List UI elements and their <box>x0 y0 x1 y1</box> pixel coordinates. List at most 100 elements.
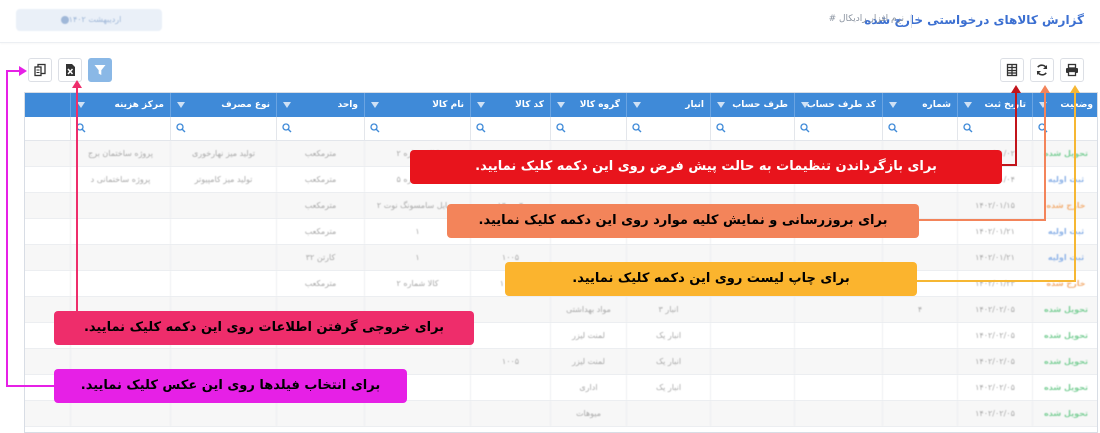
column-header[interactable]: واحد <box>276 93 364 117</box>
reset-callout-connector <box>1015 92 1017 166</box>
app-breadcrumb: # نرم افزار رادیکال <box>828 14 904 24</box>
column-filter-input[interactable] <box>882 117 957 140</box>
column-header-label: وضعیت <box>1060 100 1093 110</box>
table-cell <box>794 323 882 348</box>
grid-header-row: وضعیت تاریخ ثبت شماره کد طرف حساب طرف حساب ان… <box>25 93 1097 117</box>
table-cell <box>470 297 550 322</box>
column-header-label: نام کالا <box>432 100 464 110</box>
column-filter-input[interactable] <box>1032 117 1097 140</box>
search-icon <box>800 123 810 133</box>
column-header[interactable]: کد طرف حساب <box>794 93 882 117</box>
refresh-button[interactable] <box>1030 58 1054 82</box>
status-cell: تحویل شده <box>1032 297 1097 322</box>
table-cell <box>70 271 170 296</box>
table-cell <box>626 401 710 426</box>
status-cell: ثبت اولیه <box>1032 245 1097 270</box>
column-filter-dropdown-icon[interactable] <box>801 102 809 108</box>
table-cell: مواد بهداشتی <box>550 297 626 322</box>
table-cell: ۱۴۰۲/۰۱/۲۱ <box>957 219 1032 244</box>
column-filter-dropdown-icon[interactable] <box>557 102 565 108</box>
status-cell: تحویل شده <box>1032 375 1097 400</box>
column-header-label: واحد <box>337 100 358 110</box>
status-cell: ثبت اولیه <box>1032 219 1097 244</box>
fields-callout-connector-top <box>6 70 20 72</box>
table-cell: ۱۴۰۲/۰۱/۱۵ <box>957 193 1032 218</box>
table-cell: مترمکعب <box>276 141 364 166</box>
table-row[interactable]: تحویل شده ۱۴۰۲/۰۲/۰۵ میوهات <box>25 401 1097 427</box>
status-cell: تحویل شده <box>1032 323 1097 348</box>
column-header[interactable]: وضعیت <box>1032 93 1097 117</box>
column-filter-input[interactable] <box>710 117 794 140</box>
table-cell: ۱۴۰۲/۰۲/۰۵ <box>957 323 1032 348</box>
column-filter-dropdown-icon[interactable] <box>177 102 185 108</box>
column-header[interactable]: شماره <box>882 93 957 117</box>
column-header[interactable]: کد کالا <box>470 93 550 117</box>
choose-fields-button[interactable] <box>28 58 52 82</box>
table-cell: انبار ۳ <box>626 297 710 322</box>
print-button[interactable] <box>1060 58 1084 82</box>
column-header[interactable]: نوع مصرف <box>170 93 276 117</box>
column-filter-input[interactable] <box>794 117 882 140</box>
reset-settings-button[interactable] <box>1000 58 1024 82</box>
table-cell: ۱ <box>364 245 470 270</box>
fields-callout-connector-bottom <box>6 385 54 387</box>
table-cell: ۴ <box>882 297 957 322</box>
refresh-icon <box>1036 64 1048 76</box>
status-cell: خارج شده <box>1032 271 1097 296</box>
table-cell: میوهات <box>550 401 626 426</box>
column-filter-dropdown-icon[interactable] <box>717 102 725 108</box>
table-cell: اداری <box>550 375 626 400</box>
reset-arrowhead <box>1011 85 1021 93</box>
column-filter-dropdown-icon[interactable] <box>633 102 641 108</box>
search-icon <box>1038 123 1048 133</box>
column-filter-input[interactable] <box>364 117 470 140</box>
search-icon <box>556 123 566 133</box>
table-cell <box>794 297 882 322</box>
column-header-label: تاریخ ثبت <box>984 100 1026 110</box>
column-header[interactable]: گروه کالا <box>550 93 626 117</box>
table-cell <box>170 245 276 270</box>
column-header[interactable]: مرکز هزینه <box>70 93 170 117</box>
column-filter-input[interactable] <box>276 117 364 140</box>
column-header[interactable]: طرف حساب <box>710 93 794 117</box>
table-cell <box>70 245 170 270</box>
table-cell <box>470 323 550 348</box>
column-filter-dropdown-icon[interactable] <box>283 102 291 108</box>
table-cell <box>882 349 957 374</box>
table-cell: لمنت لیزر <box>550 349 626 374</box>
print-callout-connector <box>1074 92 1076 281</box>
table-cell <box>794 375 882 400</box>
column-filter-dropdown-icon[interactable] <box>371 102 379 108</box>
status-cell: تحویل شده <box>1032 401 1097 426</box>
table-cell: انبار یک <box>626 323 710 348</box>
search-icon <box>716 123 726 133</box>
column-filter-input[interactable] <box>550 117 626 140</box>
column-header[interactable]: انبار <box>626 93 710 117</box>
column-header[interactable]: نام کالا <box>364 93 470 117</box>
column-filter-dropdown-icon[interactable] <box>477 102 485 108</box>
table-cell: مترمکعب <box>276 271 364 296</box>
table-cell <box>170 271 276 296</box>
column-filter-dropdown-icon[interactable] <box>889 102 897 108</box>
column-filter-input[interactable] <box>470 117 550 140</box>
column-header-label: انبار <box>685 100 704 110</box>
column-filter-input[interactable] <box>70 117 170 140</box>
table-cell <box>794 401 882 426</box>
table-cell: ۱۴۰۲/۰۲/۰۵ <box>957 297 1032 322</box>
column-filter-dropdown-icon[interactable] <box>964 102 972 108</box>
column-filter-input[interactable] <box>626 117 710 140</box>
table-cell: لمنت لیزر <box>550 323 626 348</box>
export-callout: برای خروجی گرفتن اطلاعات روی این دکمه کل… <box>54 311 474 345</box>
column-header[interactable]: تاریخ ثبت <box>957 93 1032 117</box>
refresh-arrowhead <box>1040 85 1050 93</box>
date-badge[interactable]: اردیبهشت ۱۴۰۲ <box>16 9 162 31</box>
column-header-label: طرف حساب <box>732 100 788 110</box>
column-filter-input[interactable] <box>170 117 276 140</box>
export-button[interactable] <box>58 58 82 82</box>
column-filter-input[interactable] <box>957 117 1032 140</box>
status-cell: تحویل شده <box>1032 349 1097 374</box>
filter-button[interactable] <box>88 58 112 82</box>
column-filter-dropdown-icon[interactable] <box>77 102 85 108</box>
column-header-label: شماره <box>922 100 951 110</box>
table-cell <box>710 323 794 348</box>
